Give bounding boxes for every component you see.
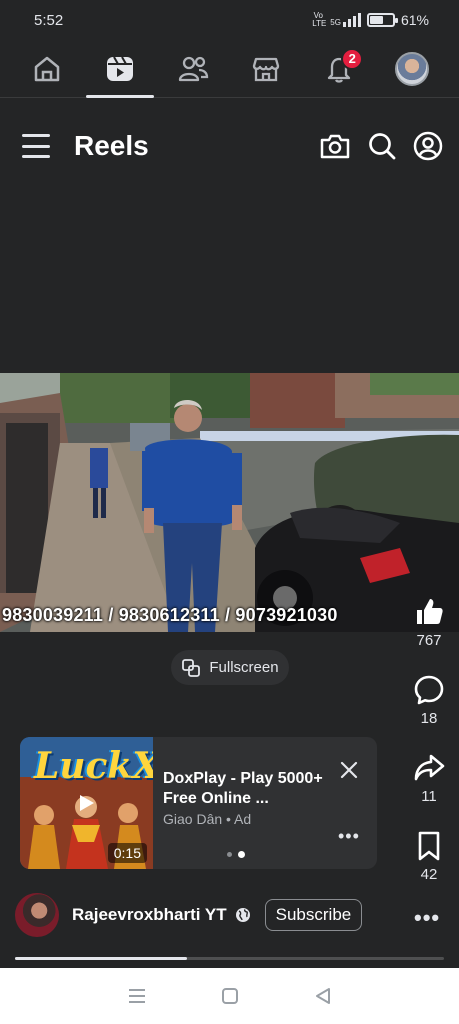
reels-icon [106,56,133,81]
status-time: 5:52 [34,11,64,29]
recents-icon[interactable] [127,987,147,1005]
fullscreen-label: Fullscreen [209,659,279,676]
status-indicators: Vo LTE 5G 61% [312,11,429,29]
notification-badge: 2 [341,47,364,70]
marketplace-icon [252,57,280,81]
system-nav-bar [0,968,459,1024]
ad-duration: 0:15 [107,843,147,863]
nav-home[interactable] [17,40,77,98]
ad-sponsor: Giao Dân • Ad [163,811,252,827]
fullscreen-icon [182,658,201,677]
header-actions [319,131,443,161]
video-overlay-text: 9830039211 / 9830612311 / 9073921030 [2,605,338,625]
carousel-dot-active [238,851,245,858]
search-icon[interactable] [367,131,397,161]
nav-notifications[interactable]: 2 [309,40,369,98]
comment-count: 18 [420,710,438,727]
back-icon[interactable] [314,987,332,1005]
subscribe-button[interactable]: Subscribe [264,899,363,931]
page-title: Reels [74,130,149,161]
share-icon [414,754,445,781]
save-count: 42 [420,866,438,883]
nav-profile[interactable] [382,40,442,98]
reel-actions: 767 18 11 42 [400,596,458,908]
reels-header: Reels [0,118,459,174]
like-button[interactable]: 767 [400,596,458,674]
share-count: 11 [421,788,437,805]
video-frame [0,373,459,632]
home-icon [34,56,59,81]
ad-more-icon[interactable]: ••• [338,827,360,845]
signal-label: 5G [330,18,341,27]
ad-thumbnail[interactable]: LuckX 0:15 [20,737,153,869]
signal-icon: 5G [330,13,361,27]
ad-title[interactable]: DoxPlay - Play 5000+ Free Online ... [163,769,333,809]
battery-percent: 61% [400,12,429,28]
status-bar: 5:52 Vo LTE 5G 61% [0,0,459,40]
top-nav: 2 [0,40,459,98]
ad-thumbnail-title: LuckX [34,745,153,787]
reel-video[interactable]: 9830039211 / 9830612311 / 9073921030 [0,373,459,632]
globe-icon [235,908,250,922]
carousel-dot [227,852,232,857]
comment-button[interactable]: 18 [400,674,458,752]
playback-progress-fill [15,957,187,960]
nav-marketplace[interactable] [236,40,296,98]
avatar [395,51,430,86]
ad-card[interactable]: LuckX 0:15 DoxPlay - Play 5000+ Free Onl… [20,737,377,869]
fullscreen-button[interactable]: Fullscreen [171,650,289,685]
camera-icon[interactable] [319,131,351,161]
share-button[interactable]: 11 [400,752,458,830]
author-avatar[interactable] [15,893,59,937]
like-icon [417,599,443,624]
volte-label: Vo LTE [312,11,327,28]
profile-icon[interactable] [413,131,443,161]
carousel-dots [227,851,245,858]
like-count: 767 [416,632,442,649]
more-options-icon[interactable]: ••• [414,907,440,929]
comment-icon [414,675,444,705]
friends-icon [178,56,209,81]
home-button-icon[interactable] [221,987,239,1005]
nav-reels[interactable] [85,40,154,98]
close-icon[interactable] [338,759,360,781]
play-icon [80,795,94,811]
author-row: Rajeevroxbharti YT Subscribe [15,893,455,937]
battery-icon [366,13,398,27]
playback-progress[interactable] [15,957,444,960]
author-name[interactable]: Rajeevroxbharti YT [72,905,227,925]
bookmark-icon [418,831,440,861]
nav-friends[interactable] [163,40,223,98]
menu-icon[interactable] [22,134,50,158]
